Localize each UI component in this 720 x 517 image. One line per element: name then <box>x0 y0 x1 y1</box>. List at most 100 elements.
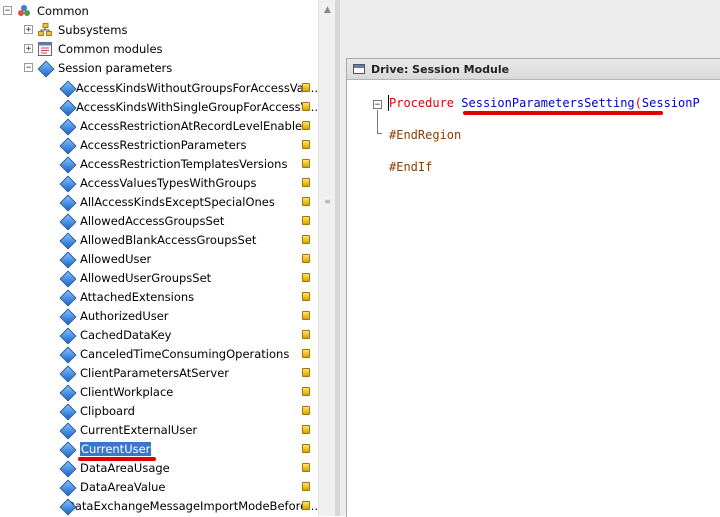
collapse-expander[interactable]: − <box>3 6 12 16</box>
highlight-underline <box>463 111 663 115</box>
session-parameters-icon <box>37 60 55 77</box>
editor-titlebar: Drive: Session Module <box>347 59 720 80</box>
tree-item[interactable]: CanceledTimeConsumingOperations <box>0 344 318 363</box>
lock-icon <box>302 330 310 339</box>
tree-label-common: Common <box>37 3 89 18</box>
tree-item[interactable]: DataAreaUsage <box>0 458 318 477</box>
collapse-expander[interactable]: − <box>24 63 33 73</box>
tree-item[interactable]: AuthorizedUser <box>0 306 318 325</box>
tree-item-label: AllowedUserGroupsSet <box>80 270 212 285</box>
scroll-up-icon[interactable]: ▲ <box>321 2 334 18</box>
tree-item[interactable]: CurrentExternalUser <box>0 420 318 439</box>
lock-icon <box>302 140 310 149</box>
tree-item[interactable]: AccessKindsWithSingleGroupForAccessV... <box>0 97 318 116</box>
session-parameter-icon <box>59 137 77 154</box>
lock-icon <box>302 159 310 168</box>
tree-item[interactable]: AttachedExtensions <box>0 287 318 306</box>
tree-item-label: DataExchangeMessageImportModeBefore... <box>66 498 318 513</box>
code-line-procedure[interactable]: Procedure SessionParametersSetting(Sessi… <box>389 96 700 110</box>
fold-toggle[interactable]: − <box>373 100 382 110</box>
session-parameter-icon <box>59 460 77 477</box>
tree-item[interactable]: AccessValuesTypesWithGroups <box>0 173 318 192</box>
tree-item[interactable]: AccessKindsWithoutGroupsForAccessVal... <box>0 78 318 97</box>
tree-node-subsystems[interactable]: + Subsystems <box>0 20 318 39</box>
tree-item-label: AccessKindsWithoutGroupsForAccessVal... <box>75 80 318 95</box>
fold-guide-end <box>377 133 382 134</box>
lock-icon <box>302 121 310 130</box>
parameter-name: SessionP <box>641 96 700 110</box>
session-parameter-icon <box>59 422 77 439</box>
lock-icon <box>302 197 310 206</box>
tree-item-label: DataAreaValue <box>80 479 166 494</box>
lock-icon <box>302 216 310 225</box>
tree-item-label: Clipboard <box>80 403 135 418</box>
tree-item-label: AccessValuesTypesWithGroups <box>80 175 257 190</box>
editor-area: Drive: Session Module − Procedure Sessio… <box>340 0 720 517</box>
lock-icon <box>302 501 310 510</box>
subsystems-icon <box>38 22 52 37</box>
metadata-tree: − Common + Subsystems + Common modules −… <box>0 0 318 516</box>
tree-item[interactable]: AllowedUserGroupsSet <box>0 268 318 287</box>
window-icon <box>353 64 365 74</box>
tree-item[interactable]: AccessRestrictionTemplatesVersions <box>0 154 318 173</box>
lock-icon <box>302 387 310 396</box>
lock-icon <box>302 406 310 415</box>
lock-icon <box>302 368 310 377</box>
tree-item-label: AttachedExtensions <box>80 289 195 304</box>
tree-item[interactable]: AllAccessKindsExceptSpecialOnes <box>0 192 318 211</box>
tree-item[interactable]: DataAreaValue <box>0 477 318 496</box>
lock-icon <box>302 254 310 263</box>
code-line-endif[interactable]: #EndIf <box>389 160 432 174</box>
tree-item[interactable]: ClientWorkplace <box>0 382 318 401</box>
keyword-procedure: Procedure <box>389 96 455 110</box>
lock-icon <box>302 102 310 111</box>
scroll-grip-icon[interactable]: ≡ <box>323 196 332 208</box>
procedure-name: SessionParametersSetting <box>461 96 635 110</box>
lock-icon <box>302 349 310 358</box>
tree-node-session-parameters[interactable]: − Session parameters <box>0 58 318 77</box>
common-icon <box>17 4 31 18</box>
session-parameter-icon <box>59 327 77 344</box>
lock-icon <box>302 444 310 453</box>
tree-item[interactable]: AllowedUser <box>0 249 318 268</box>
tree-item[interactable]: DataExchangeMessageImportModeBefore... <box>0 496 318 515</box>
highlight-underline <box>78 457 156 461</box>
tree-item[interactable]: Clipboard <box>0 401 318 420</box>
lock-icon <box>302 463 310 472</box>
tree-node-common[interactable]: − Common <box>0 1 318 20</box>
session-parameter-icon <box>59 99 77 116</box>
session-parameter-icon <box>59 213 77 230</box>
expand-expander[interactable]: + <box>24 44 33 54</box>
tree-item-label: AccessRestrictionAtRecordLevelEnabled <box>80 118 310 133</box>
tree-item-label: ClientParametersAtServer <box>80 365 230 380</box>
tree-label-session-parameters: Session parameters <box>58 60 173 75</box>
tree-scrollbar[interactable]: ▲ ≡ <box>318 0 336 516</box>
tree-item-label: AccessRestrictionParameters <box>80 137 247 152</box>
session-parameter-icon <box>59 80 77 97</box>
tree-node-common-modules[interactable]: + Common modules <box>0 39 318 58</box>
tree-item-label: AllowedUser <box>80 251 152 266</box>
common-modules-icon <box>38 41 52 56</box>
tree-item-label: CurrentExternalUser <box>80 422 198 437</box>
tree-item[interactable]: CachedDataKey <box>0 325 318 344</box>
lock-icon <box>302 273 310 282</box>
tree-item[interactable]: AllowedAccessGroupsSet <box>0 211 318 230</box>
session-parameter-icon <box>59 251 77 268</box>
editor-title: Drive: Session Module <box>371 62 510 76</box>
expand-expander[interactable]: + <box>24 25 33 35</box>
session-parameter-icon <box>59 270 77 287</box>
session-parameter-icon <box>59 346 77 363</box>
session-parameter-icon <box>59 403 77 420</box>
tree-item[interactable]: AllowedBlankAccessGroupsSet <box>0 230 318 249</box>
code-line-endregion[interactable]: #EndRegion <box>389 128 461 142</box>
tree-item[interactable]: AccessRestrictionParameters <box>0 135 318 154</box>
session-parameter-icon <box>59 232 77 249</box>
module-editor-window: Drive: Session Module − Procedure Sessio… <box>346 58 720 517</box>
tree-item[interactable]: AccessRestrictionAtRecordLevelEnabled <box>0 116 318 135</box>
tree-item-label: CachedDataKey <box>80 327 172 342</box>
tree-item-selected[interactable]: CurrentUser <box>0 439 318 458</box>
lock-icon <box>302 425 310 434</box>
tree-item-label: CurrentUser <box>80 441 152 456</box>
tree-item[interactable]: ClientParametersAtServer <box>0 363 318 382</box>
fold-guide-line <box>377 110 378 133</box>
